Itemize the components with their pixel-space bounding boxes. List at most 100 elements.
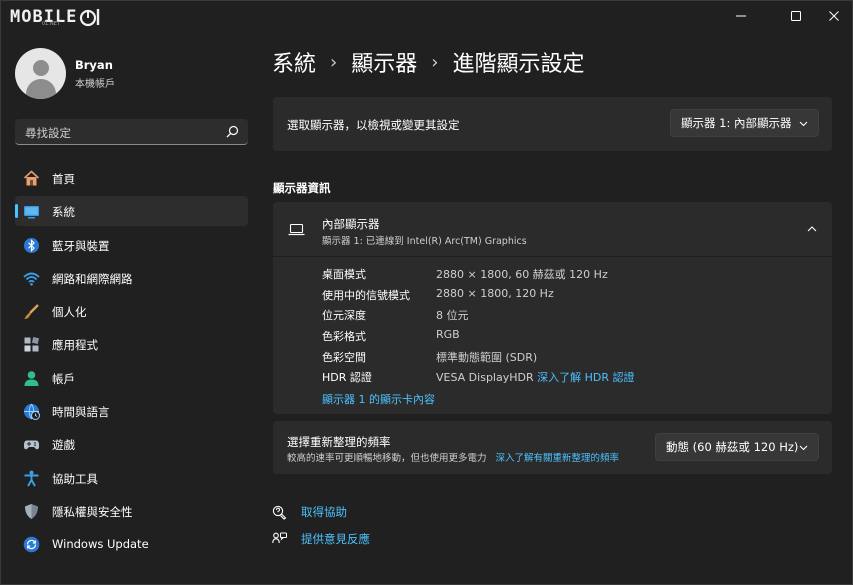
sidebar-nav: 首頁 系統 藍牙與裝置 網路和網際網路 個人化 應用程式 帳戶 時間與語言 遊戲… xyxy=(15,163,248,563)
settings-window: MOBILE 01.NET Bryan 本機帳戶 尋找設定 首頁 系統 藍牙與裝… xyxy=(0,0,853,585)
give-feedback-label: 提供意見反應 xyxy=(301,532,370,546)
get-help-link[interactable]: 取得協助 xyxy=(272,504,347,520)
refresh-rate-dropdown[interactable]: 動態 (60 赫茲或 120 Hz) xyxy=(655,433,819,461)
sidebar-item-label: 系統 xyxy=(52,205,75,220)
logo-subtext: 01.NET xyxy=(42,21,60,27)
logo-mark-icon xyxy=(80,9,100,27)
close-button[interactable] xyxy=(811,1,853,31)
sidebar-item-gaming[interactable]: 遊戲 xyxy=(15,429,248,459)
feedback-icon xyxy=(272,532,287,543)
sidebar-item-personalization[interactable]: 個人化 xyxy=(15,296,248,326)
chevron-down-icon xyxy=(799,121,808,127)
info-value: 8 位元 xyxy=(436,309,469,323)
network-icon xyxy=(23,272,40,286)
title-bar: MOBILE 01.NET xyxy=(1,1,853,31)
update-icon xyxy=(23,536,40,553)
sidebar-item-label: 時間與語言 xyxy=(52,405,110,420)
laptop-icon xyxy=(288,223,305,236)
sidebar-item-label: 網路和網際網路 xyxy=(52,271,133,286)
user-profile[interactable]: Bryan 本機帳戶 xyxy=(15,48,115,99)
sidebar-item-bluetooth[interactable]: 藍牙與裝置 xyxy=(15,230,248,260)
info-key: 位元深度 xyxy=(322,309,366,323)
search-placeholder: 尋找設定 xyxy=(25,126,71,140)
chevron-down-icon xyxy=(799,445,808,451)
breadcrumb-item-system[interactable]: 系統 xyxy=(272,46,316,78)
sidebar-item-accounts[interactable]: 帳戶 xyxy=(15,363,248,393)
search-icon xyxy=(226,125,239,138)
display-info-header[interactable]: 內部顯示器 顯示器 1: 已連線到 Intel(R) Arc(TM) Graph… xyxy=(273,202,832,257)
sidebar-item-system[interactable]: 系統 xyxy=(15,196,248,227)
display-info-subtitle: 顯示器 1: 已連線到 Intel(R) Arc(TM) Graphics xyxy=(322,236,527,247)
refresh-rate-title: 選擇重新整理的頻率 xyxy=(287,435,391,449)
sidebar-item-label: 個人化 xyxy=(52,305,87,320)
sidebar-item-privacy[interactable]: 隱私權與安全性 xyxy=(15,496,248,526)
info-key: 桌面模式 xyxy=(322,268,366,281)
give-feedback-link[interactable]: 提供意見反應 xyxy=(272,531,370,547)
sidebar-item-time-language[interactable]: 時間與語言 xyxy=(15,396,248,426)
app-logo: MOBILE 01.NET xyxy=(10,6,101,28)
display-adapter-properties-link[interactable]: 顯示器 1 的顯示卡內容 xyxy=(322,391,435,407)
info-key: 色彩格式 xyxy=(322,330,366,344)
sidebar-item-label: 遊戲 xyxy=(52,438,75,453)
select-display-card: 選取顯示器，以檢視或變更其設定 顯示器 1: 內部顯示器 xyxy=(273,97,832,151)
maximize-icon xyxy=(791,11,801,21)
sidebar-item-label: 帳戶 xyxy=(52,371,75,386)
page-title: 進階顯示設定 xyxy=(452,52,585,77)
account-icon xyxy=(24,370,39,386)
search-input[interactable]: 尋找設定 xyxy=(15,119,248,145)
sidebar-item-home[interactable]: 首頁 xyxy=(15,163,248,193)
display-info-card: 內部顯示器 顯示器 1: 已連線到 Intel(R) Arc(TM) Graph… xyxy=(273,202,832,414)
sidebar-item-network[interactable]: 網路和網際網路 xyxy=(15,263,248,293)
minimize-button[interactable] xyxy=(718,1,764,31)
info-value: 2880 × 1800, 120 Hz xyxy=(436,286,554,300)
profile-account-type: 本機帳戶 xyxy=(75,78,115,90)
refresh-rate-card: 選擇重新整理的頻率 較高的速率可更順暢地移動，但也使用更多電力 深入了解有關重新… xyxy=(273,421,832,474)
breadcrumb-separator: › xyxy=(431,51,439,73)
profile-name: Bryan xyxy=(75,57,113,72)
bluetooth-icon xyxy=(24,237,39,253)
display-select-value: 顯示器 1: 內部顯示器 xyxy=(681,116,792,130)
display-select-dropdown[interactable]: 顯示器 1: 內部顯示器 xyxy=(670,109,819,137)
sidebar-item-label: 首頁 xyxy=(52,172,75,186)
time-language-icon xyxy=(24,403,40,421)
refresh-rate-learn-more-link[interactable]: 深入了解有關重新整理的頻率 xyxy=(496,453,620,464)
display-info-title: 內部顯示器 xyxy=(322,217,380,231)
close-icon xyxy=(829,11,839,21)
get-help-label: 取得協助 xyxy=(301,505,347,519)
sidebar-item-accessibility[interactable]: 協助工具 xyxy=(15,463,248,493)
sidebar-item-windows-update[interactable]: Windows Update xyxy=(15,529,248,559)
info-key: 使用中的信號模式 xyxy=(322,288,410,302)
info-key: 色彩空間 xyxy=(322,350,366,364)
avatar xyxy=(15,48,66,99)
help-icon xyxy=(272,505,287,520)
home-icon xyxy=(23,170,40,186)
hdr-learn-more-link[interactable]: 深入了解 HDR 認證 xyxy=(537,371,634,384)
info-value: 標準動態範圍 (SDR) xyxy=(436,350,538,364)
minimize-icon xyxy=(736,15,746,17)
sidebar-item-label: 隱私權與安全性 xyxy=(52,504,133,519)
breadcrumb-item-display[interactable]: 顯示器 xyxy=(351,46,417,78)
sidebar-item-label: 藍牙與裝置 xyxy=(52,238,110,253)
system-icon xyxy=(24,206,39,219)
sidebar-item-apps[interactable]: 應用程式 xyxy=(15,329,248,359)
sidebar-item-label: 協助工具 xyxy=(52,471,98,486)
gaming-icon xyxy=(23,440,40,450)
select-display-label: 選取顯示器，以檢視或變更其設定 xyxy=(287,118,460,132)
refresh-rate-description-text: 較高的速率可更順暢地移動，但也使用更多電力 xyxy=(287,453,487,464)
display-info-section-title: 顯示器資訊 xyxy=(273,181,331,195)
brush-icon xyxy=(24,304,39,320)
chevron-up-icon[interactable] xyxy=(807,224,817,234)
active-indicator xyxy=(15,204,18,219)
info-value: RGB xyxy=(436,328,460,342)
hdr-cert-value: VESA DisplayHDR xyxy=(436,371,534,385)
sidebar-item-label: 應用程式 xyxy=(52,338,98,353)
info-value: 2880 × 1800, 60 赫茲或 120 Hz xyxy=(436,268,608,281)
info-value: VESA DisplayHDR 深入了解 HDR 認證 xyxy=(436,369,635,385)
shield-icon xyxy=(25,503,38,519)
sidebar-item-label: Windows Update xyxy=(52,537,149,552)
breadcrumb: 系統 › 顯示器 › 進階顯示設定 xyxy=(272,46,584,78)
breadcrumb-separator: › xyxy=(330,51,338,73)
refresh-rate-value: 動態 (60 赫茲或 120 Hz) xyxy=(666,440,799,454)
info-key: HDR 認證 xyxy=(322,371,372,385)
refresh-rate-description: 較高的速率可更順暢地移動，但也使用更多電力 深入了解有關重新整理的頻率 xyxy=(287,450,619,464)
